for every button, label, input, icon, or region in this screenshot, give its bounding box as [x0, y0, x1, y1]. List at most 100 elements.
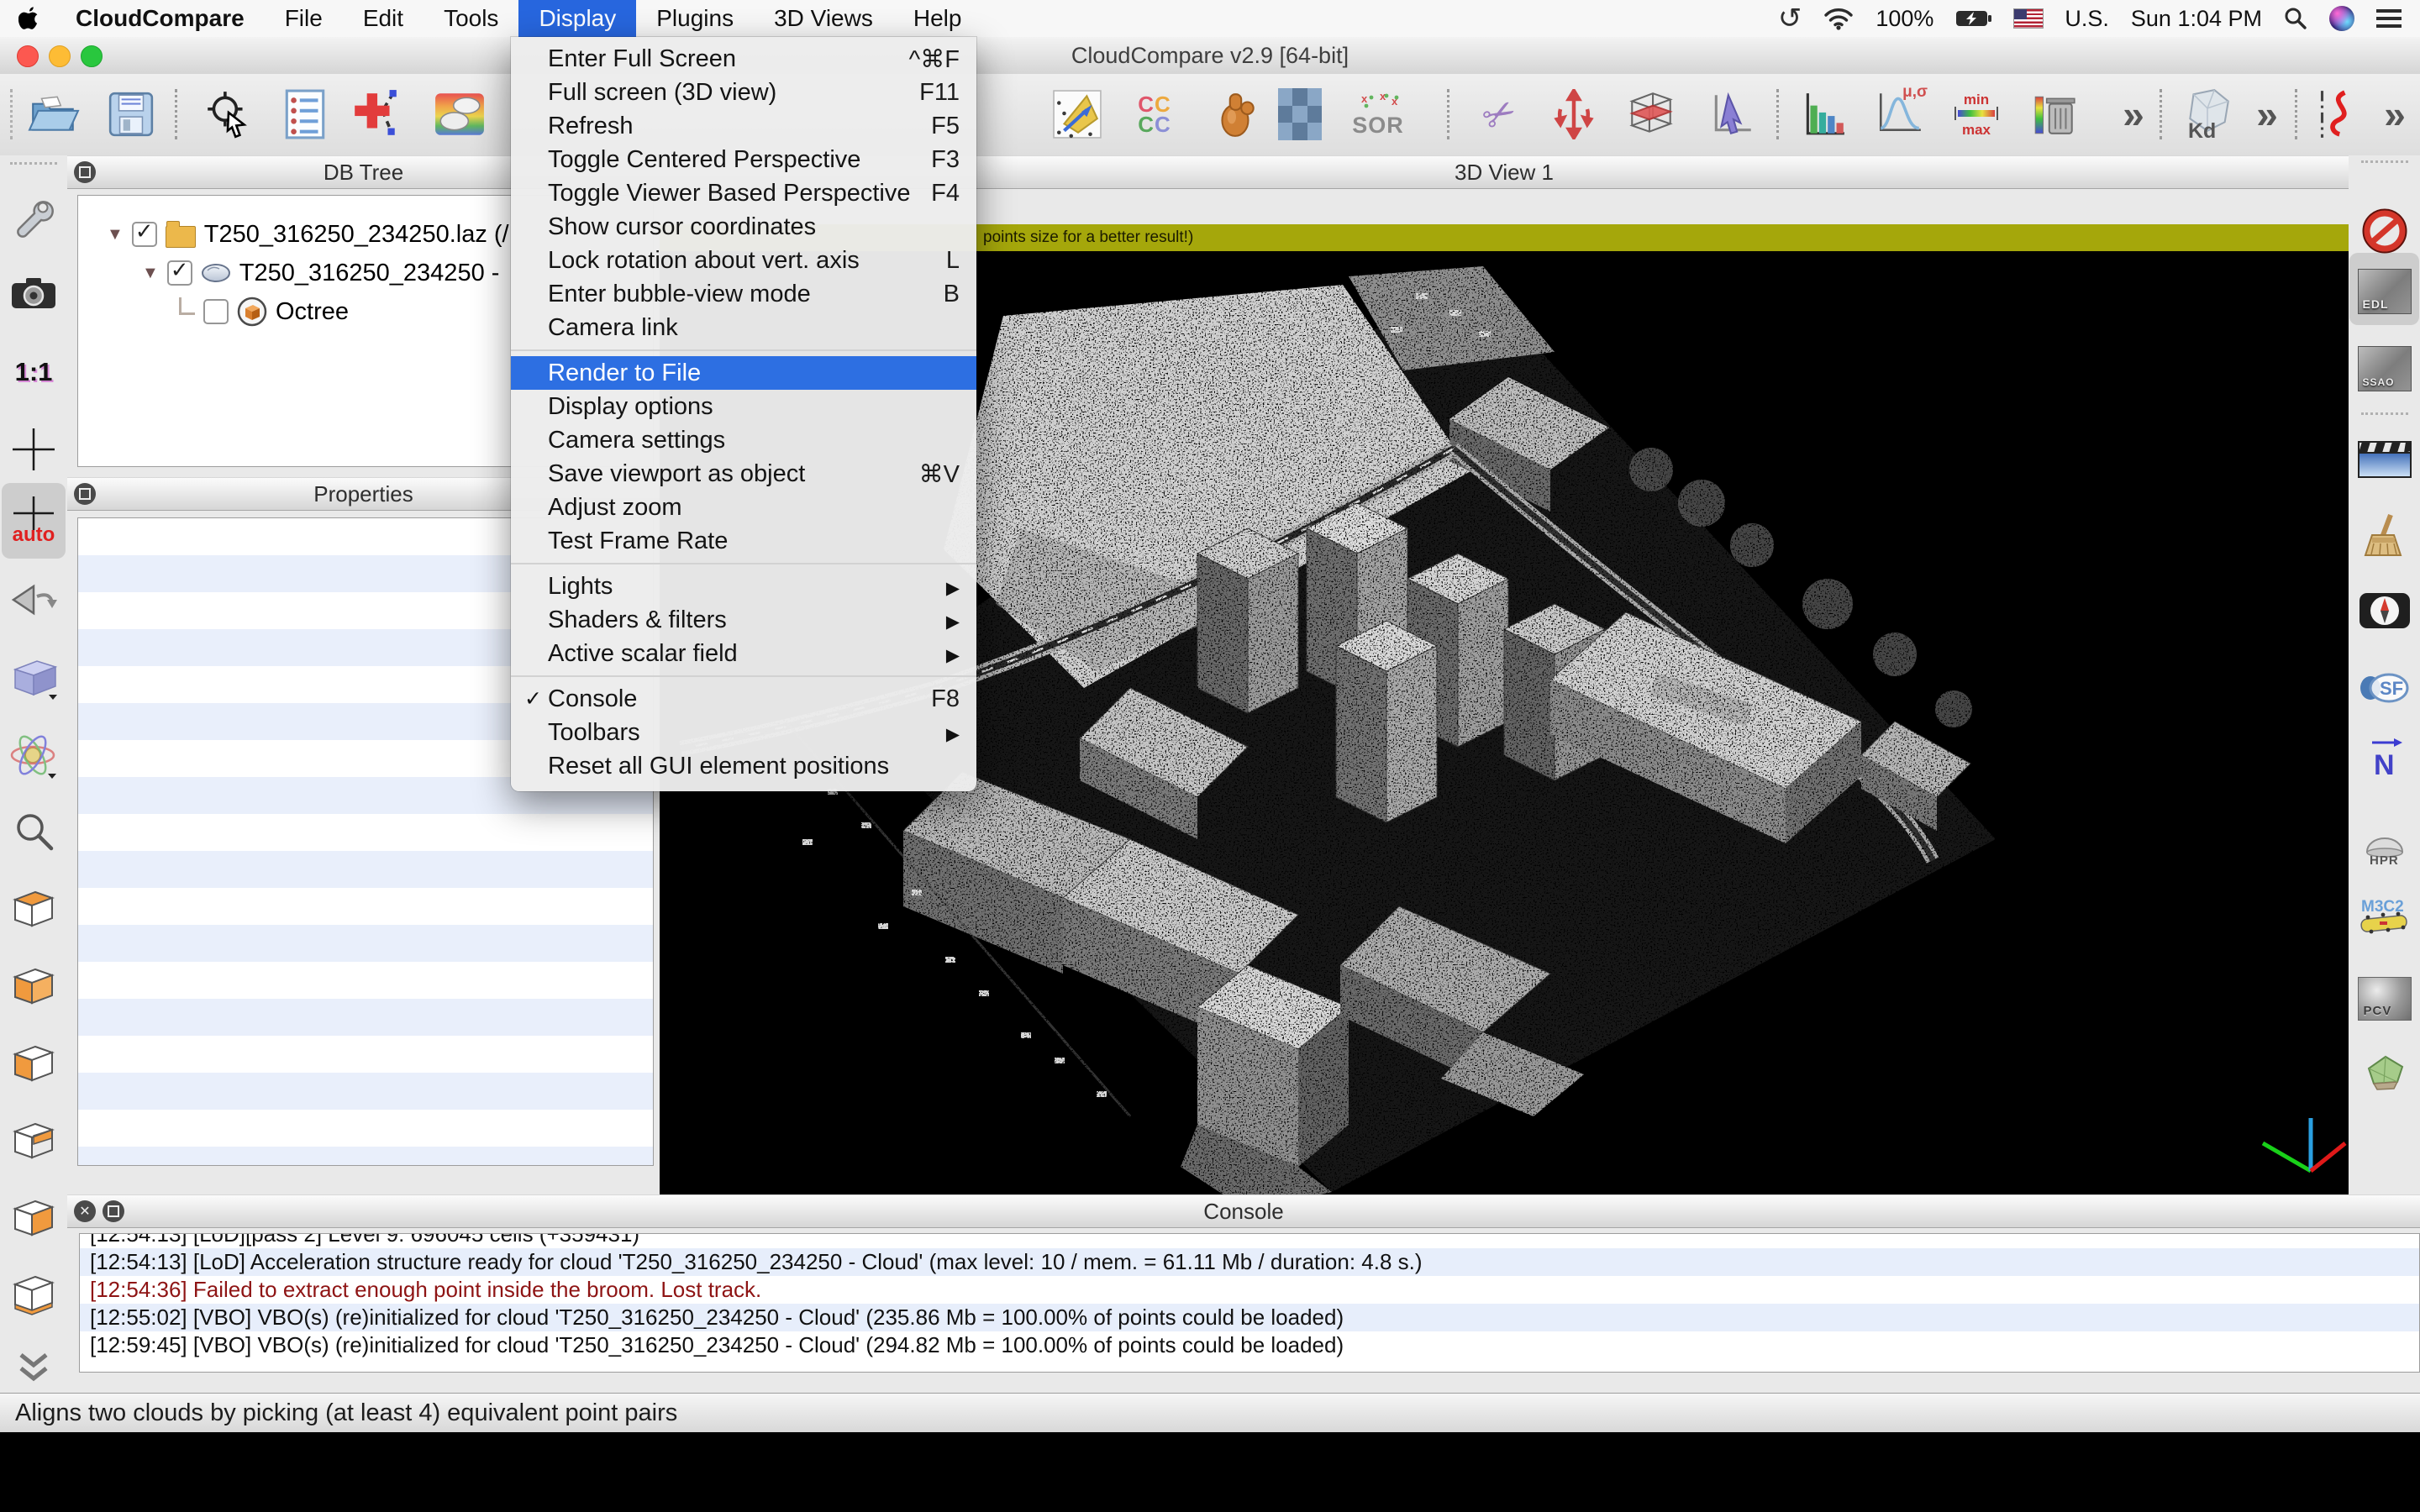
auto-pick-rotation-center-button[interactable]: auto [4, 495, 63, 549]
front-view-button[interactable] [4, 960, 63, 1014]
broom-plugin-button[interactable] [2355, 510, 2414, 564]
menu-item-test-frame-rate[interactable]: Test Frame Rate [511, 524, 976, 558]
console-header[interactable]: Console ✕ [67, 1194, 2420, 1228]
menu-item-camera-settings[interactable]: Camera settings [511, 423, 976, 457]
menubar-app-name[interactable]: CloudCompare [55, 0, 265, 37]
save-file-button[interactable] [103, 86, 160, 143]
delete-scalar-field-button[interactable] [2026, 86, 2083, 143]
right-toolbar-drag-handle[interactable] [2361, 412, 2408, 415]
menu-item-lights[interactable]: Lights [511, 570, 976, 603]
right-view-button[interactable] [4, 1192, 63, 1246]
ssao-shader-button[interactable]: SSAO [2355, 342, 2414, 396]
menu-item-console[interactable]: ConsoleF8 [511, 682, 976, 716]
float-panel-button[interactable] [74, 483, 96, 505]
menubar-item-3d-views[interactable]: 3D Views [754, 0, 893, 37]
sor-filter-button[interactable]: xxx SOR [1349, 86, 1407, 143]
compass-plugin-button[interactable] [2355, 584, 2414, 638]
normals-plugin-button[interactable]: N [2355, 732, 2414, 785]
float-panel-button[interactable] [74, 161, 96, 183]
close-console-button[interactable]: ✕ [74, 1200, 96, 1222]
sample-points-button[interactable] [1049, 86, 1106, 143]
screenshot-button[interactable] [4, 266, 63, 320]
toolbar-overflow-button[interactable]: » [2238, 86, 2296, 143]
menu-item-reset-gui[interactable]: Reset all GUI element positions [511, 749, 976, 783]
gaussian-stats-button[interactable]: μ,σ [1870, 86, 1928, 143]
menubar-item-help[interactable]: Help [893, 0, 982, 37]
battery-icon[interactable] [1955, 8, 1992, 29]
more-tools-chevrons-button[interactable] [4, 1341, 63, 1395]
toolbar-drag-handle[interactable] [10, 89, 13, 139]
menu-item-adjust-zoom[interactable]: Adjust zoom [511, 491, 976, 524]
menu-item-toolbars[interactable]: Toolbars [511, 716, 976, 749]
menu-item-camera-link[interactable]: Camera link [511, 311, 976, 344]
input-source-label[interactable]: U.S. [2065, 6, 2109, 32]
histogram-button[interactable] [1795, 86, 1852, 143]
window-title-bar[interactable]: CloudCompare v2.9 [64-bit] [0, 37, 2420, 75]
subsample-button[interactable] [1271, 86, 1328, 143]
menubar-item-plugins[interactable]: Plugins [636, 0, 754, 37]
tree-row-octree[interactable]: Octree [179, 295, 349, 328]
iso-view-button[interactable] [4, 651, 63, 705]
menubar-item-tools[interactable]: Tools [424, 0, 518, 37]
translate-rotate-button[interactable] [1545, 86, 1602, 143]
left-view-button[interactable] [4, 1037, 63, 1091]
menu-item-enter-full-screen[interactable]: Enter Full Screen^⌘F [511, 42, 976, 76]
pcv-plugin-button[interactable]: PCV [2355, 972, 2414, 1026]
menu-item-display-options[interactable]: Display options [511, 390, 976, 423]
minmax-range-button[interactable]: min max [1948, 86, 2005, 143]
us-flag-icon[interactable] [2014, 9, 2043, 28]
menu-item-active-scalar-field[interactable]: Active scalar field [511, 637, 976, 670]
sf-tool-button[interactable]: SF [2355, 661, 2414, 715]
menu-bar-clock[interactable]: Sun 1:04 PM [2131, 6, 2262, 32]
point-list-picking-button[interactable] [1704, 86, 1761, 143]
cloud-cloud-distance-button[interactable]: CC CC [1126, 86, 1183, 143]
menu-item-toggle-viewer-perspective[interactable]: Toggle Viewer Based PerspectiveF4 [511, 176, 976, 210]
menu-item-lock-rotation[interactable]: Lock rotation about vert. axisL [511, 244, 976, 277]
point-pair-align-button[interactable] [347, 86, 404, 143]
trace-polyline-button[interactable] [2306, 86, 2363, 143]
time-machine-icon[interactable]: ↺ [1778, 4, 1802, 33]
zoom-window-button[interactable] [81, 45, 103, 67]
float-console-button[interactable] [103, 1200, 124, 1222]
visibility-checkbox[interactable] [167, 260, 192, 286]
m3c2-plugin-button[interactable]: M3C2 [2355, 891, 2414, 945]
menu-item-show-cursor-coordinates[interactable]: Show cursor coordinates [511, 210, 976, 244]
pick-rotation-center-button[interactable] [4, 423, 63, 476]
close-window-button[interactable] [17, 45, 39, 67]
tree-row-label[interactable]: T250_316250_234250.laz (/ [204, 221, 509, 249]
orbit-button[interactable] [4, 728, 63, 782]
zoom-1-1-button[interactable]: 1:1 [4, 345, 63, 399]
right-toolbar-drag-handle[interactable] [2361, 160, 2408, 163]
toolbar-overflow-button[interactable]: » [2105, 86, 2162, 143]
menubar-item-file[interactable]: File [265, 0, 343, 37]
bottom-view-button[interactable] [4, 1269, 63, 1323]
properties-list-button[interactable] [276, 86, 334, 143]
notification-center-icon[interactable] [2376, 8, 2402, 29]
menu-item-shaders-filters[interactable]: Shaders & filters [511, 603, 976, 637]
expand-arrow-icon[interactable]: ▼ [142, 264, 159, 283]
flip-view-button[interactable] [4, 573, 63, 627]
minimize-window-button[interactable] [49, 45, 71, 67]
cross-section-button[interactable] [1623, 86, 1680, 143]
animation-plugin-button[interactable] [2355, 433, 2414, 486]
disable-filter-button[interactable] [2355, 204, 2414, 258]
menu-item-save-viewport[interactable]: Save viewport as object⌘V [511, 457, 976, 491]
point-picking-button[interactable] [200, 86, 257, 143]
scissors-segment-button[interactable]: ✂ [1470, 86, 1528, 143]
top-view-button[interactable] [4, 883, 63, 937]
siri-icon[interactable] [2329, 6, 2354, 31]
open-file-button[interactable] [25, 86, 82, 143]
zoom-magnifier-button[interactable] [4, 806, 63, 859]
visibility-checkbox[interactable] [132, 222, 157, 247]
menu-item-render-to-file[interactable]: Render to File [511, 356, 976, 390]
wifi-icon[interactable] [1823, 7, 1854, 30]
tree-row-file[interactable]: ▼ T250_316250_234250.laz (/ [107, 218, 509, 251]
console-log[interactable]: [12:54:13] [LoD][pass 2] Level 9: 696045… [79, 1233, 2420, 1373]
menubar-item-edit[interactable]: Edit [343, 0, 424, 37]
kd-tree-button[interactable]: Kd [2179, 86, 2236, 143]
config-wrench-button[interactable] [4, 189, 63, 243]
menu-item-full-screen-3d[interactable]: Full screen (3D view)F11 [511, 76, 976, 109]
clone-button[interactable] [431, 86, 488, 143]
menu-item-toggle-centered-perspective[interactable]: Toggle Centered PerspectiveF3 [511, 143, 976, 176]
tree-row-label[interactable]: T250_316250_234250 - [239, 260, 500, 287]
